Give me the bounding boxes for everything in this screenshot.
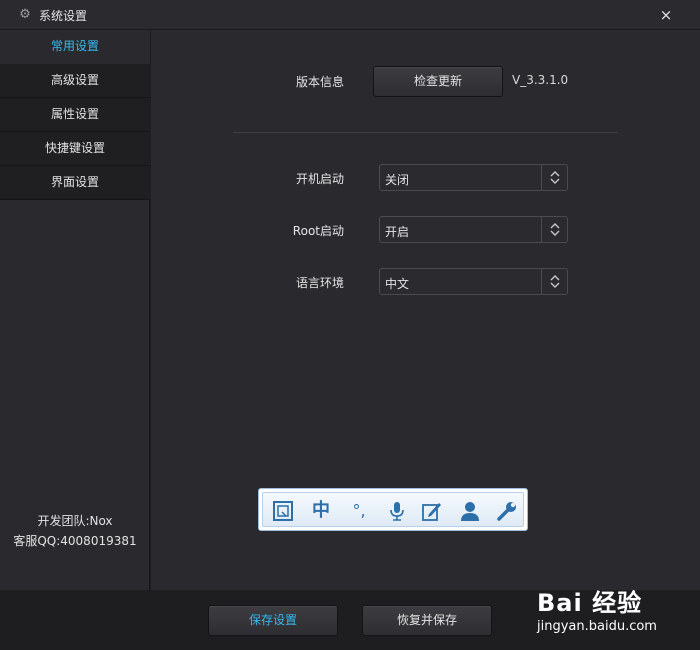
sidebar: 常用设置 高级设置 属性设置 快捷键设置 界面设置 开发团队:Nox 客服QQ:… bbox=[0, 30, 150, 590]
tab-shortcut-settings[interactable]: 快捷键设置 bbox=[0, 132, 150, 166]
language-value: 中文 bbox=[385, 277, 410, 291]
version-value: V_3.3.1.0 bbox=[512, 73, 569, 87]
tab-interface-settings[interactable]: 界面设置 bbox=[0, 166, 150, 200]
updown-arrow-icon bbox=[541, 165, 567, 190]
restore-and-save-button[interactable]: 恢复并保存 bbox=[362, 605, 492, 636]
root-start-select[interactable]: 开启 bbox=[379, 216, 568, 243]
wrench-icon[interactable] bbox=[496, 500, 518, 522]
save-settings-button[interactable]: 保存设置 bbox=[208, 605, 338, 636]
baidu-watermark: Bai 经验 jingyan.baidu.com bbox=[537, 583, 697, 645]
updown-arrow-icon bbox=[541, 269, 567, 294]
ime-toolbar: 中 °, bbox=[258, 488, 528, 531]
boot-start-select[interactable]: 关闭 bbox=[379, 164, 568, 191]
check-update-button[interactable]: 检查更新 bbox=[373, 66, 503, 97]
tab-general-settings[interactable]: 常用设置 bbox=[0, 30, 150, 64]
close-button[interactable]: × bbox=[656, 5, 676, 25]
language-select[interactable]: 中文 bbox=[379, 268, 568, 295]
root-start-value: 开启 bbox=[385, 225, 410, 239]
root-start-label: Root启动 bbox=[292, 224, 344, 238]
keyboard-icon[interactable] bbox=[272, 500, 294, 522]
title-bar: ⚙ 系统设置 × bbox=[0, 0, 700, 30]
punctuation-icon[interactable]: °, bbox=[348, 500, 370, 522]
settings-gear-icon: ⚙ bbox=[19, 7, 31, 22]
baidu-logo-text: Bai 经验 bbox=[537, 589, 643, 617]
updown-arrow-icon bbox=[541, 217, 567, 242]
handwriting-icon[interactable] bbox=[421, 500, 443, 522]
chinese-mode-icon[interactable]: 中 bbox=[310, 500, 332, 522]
window-title: 系统设置 bbox=[39, 9, 88, 23]
section-divider bbox=[233, 132, 618, 133]
support-qq-text: 客服QQ:4008019381 bbox=[13, 534, 137, 548]
microphone-icon[interactable] bbox=[386, 500, 408, 522]
tab-property-settings[interactable]: 属性设置 bbox=[0, 98, 150, 132]
baidu-url-text: jingyan.baidu.com bbox=[537, 619, 657, 634]
version-label: 版本信息 bbox=[295, 75, 344, 89]
boot-start-value: 关闭 bbox=[385, 173, 410, 187]
dev-team-text: 开发团队:Nox bbox=[37, 514, 113, 528]
user-icon[interactable] bbox=[459, 500, 481, 522]
tab-advanced-settings[interactable]: 高级设置 bbox=[0, 64, 150, 98]
boot-start-label: 开机启动 bbox=[295, 172, 344, 186]
language-label: 语言环境 bbox=[295, 276, 344, 290]
